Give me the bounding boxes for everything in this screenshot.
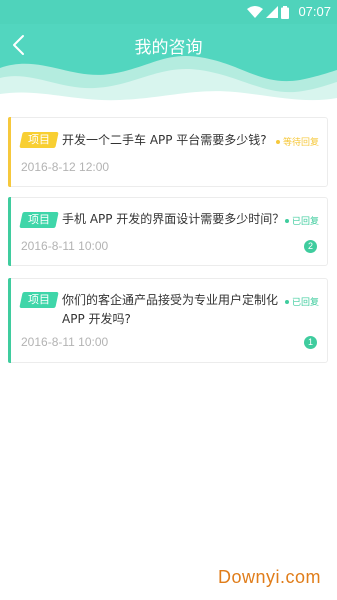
card-accent-bar: [8, 278, 11, 363]
question-date: 2016-8-11 10:00: [21, 239, 109, 253]
card-accent-bar: [8, 117, 11, 187]
watermark: Downyi.com: [217, 567, 321, 587]
wifi-icon: [247, 6, 263, 18]
status-dot-icon: [275, 139, 280, 144]
card-accent-bar: [8, 197, 11, 266]
project-tag: 项目: [19, 132, 59, 148]
page-title: 我的咨询: [134, 38, 203, 58]
consultation-card-3[interactable]: 项目 你们的客企通产品接受为专业用户定制化 APP 开发吗? 已回复 2016-…: [8, 278, 328, 363]
consultation-card-2[interactable]: 项目 手机 APP 开发的界面设计需要多少时间？ 已回复 2016-8-11 1…: [8, 197, 328, 266]
reply-count-badge: 1: [304, 336, 317, 349]
status-time: 07:07: [298, 4, 331, 19]
question-line-2: APP 开发吗?: [62, 312, 131, 326]
reply-count-badge: 2: [304, 240, 317, 253]
status-dot-icon: [284, 218, 289, 223]
battery-icon: [281, 5, 289, 19]
status-label: 已回复: [284, 214, 319, 227]
status-icons: [247, 5, 289, 19]
question-text: 手机 APP 开发的界面设计需要多少时间？: [62, 212, 285, 226]
status-bar: 07:07: [0, 0, 337, 24]
project-tag: 项目: [19, 212, 59, 228]
signal-icon: [266, 6, 278, 18]
status-label: 等待回复: [275, 135, 319, 148]
project-tag: 项目: [19, 292, 59, 308]
question-date: 2016-8-11 10:00: [21, 335, 109, 349]
question-text: 你们的客企通产品接受为专业用户定制化 APP 开发吗?: [62, 291, 278, 329]
consultation-card-1[interactable]: 项目 开发一个二手车 APP 平台需要多少钱? 等待回复 2016-8-12 1…: [8, 117, 328, 187]
question-line-1: 你们的客企通产品接受为专业用户定制化: [62, 293, 279, 307]
header: 我的咨询: [0, 24, 337, 106]
question-date: 2016-8-12 12:00: [21, 160, 110, 174]
status-dot-icon: [284, 299, 289, 304]
status-label: 已回复: [284, 295, 319, 308]
question-text: 开发一个二手车 APP 平台需要多少钱?: [62, 133, 267, 147]
